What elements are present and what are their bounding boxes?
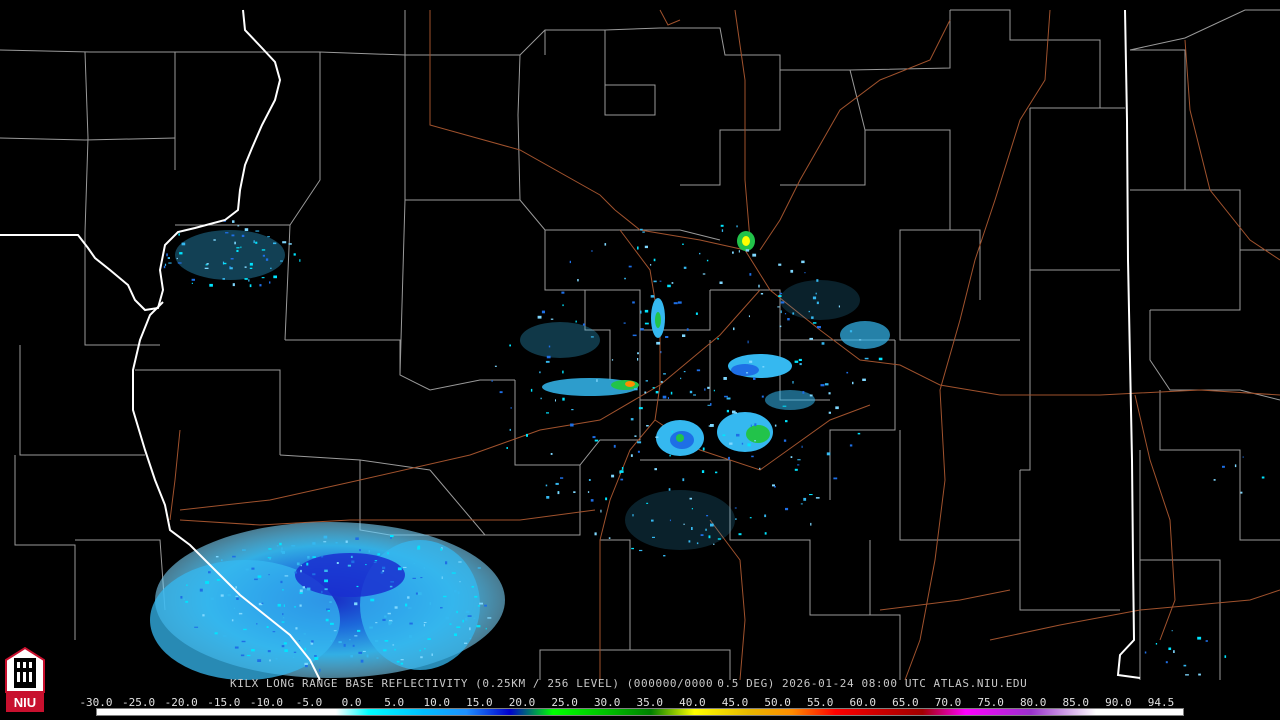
volume-id: (000000/0000	[626, 677, 714, 690]
radar-display: NIU KILX LONG RANGE BASE REFLECTIVITY (0.2…	[0, 0, 1280, 720]
product-title: KILX LONG RANGE BASE REFLECTIVITY (0.25KM …	[230, 677, 1034, 690]
valid-time: 2026-01-24 08:00 UTC	[782, 677, 927, 690]
product-resolution: (0.25KM / 256 LEVEL)	[475, 677, 620, 690]
data-source: ATLAS.NIU.EDU	[933, 677, 1028, 690]
station-id: KILX	[230, 677, 259, 690]
radar-map	[0, 9, 1280, 681]
elevation-angle: 0.5 DEG)	[717, 677, 776, 690]
product-name: LONG RANGE BASE REFLECTIVITY	[265, 677, 469, 690]
color-scale-bar	[96, 708, 1184, 716]
color-scale-labels: -30.0 -25.0 -20.0 -15.0 -10.0 -5.0 0.0 5.0 10.0 1…	[0, 696, 1280, 709]
